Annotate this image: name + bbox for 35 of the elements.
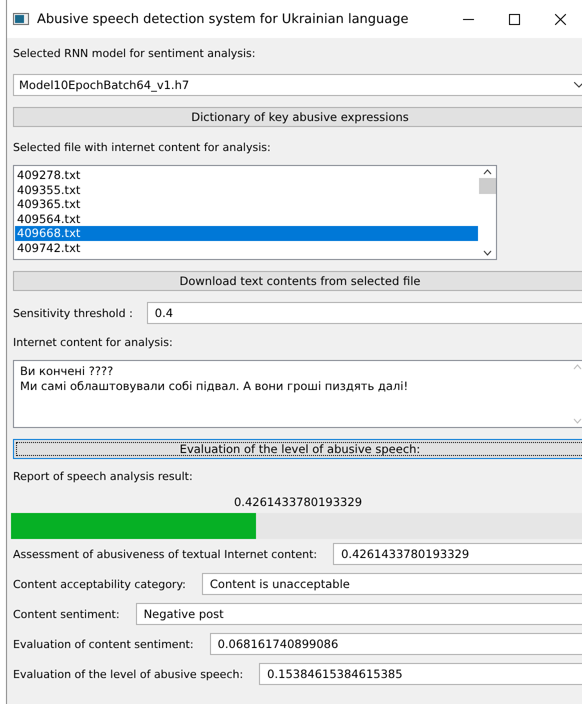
dictionary-button[interactable]: Dictionary of key abusive expressions [13, 107, 582, 127]
download-button[interactable]: Download text contents from selected file [13, 271, 582, 291]
file-list-item[interactable]: 409742.txt [15, 240, 478, 255]
chevron-down-icon [574, 82, 582, 88]
content-text-line: Ви кончені ???? [20, 364, 114, 378]
model-label: Selected RNN model for sentiment analysis: [13, 47, 256, 60]
file-list-item[interactable]: 409355.txt [15, 182, 478, 197]
content-text-line: Ми самі облаштовували собі підвал. А вони гроші пиздять далі! [20, 378, 410, 393]
report-label: Report of speech analysis result: [13, 470, 194, 483]
evaluate-button[interactable]: Evaluation of the level of abusive speech: [13, 439, 582, 459]
result-label: Content sentiment: [13, 608, 120, 620]
result-label: Evaluation of content sentiment: [13, 638, 194, 650]
result-field: Content is unacceptable [202, 573, 582, 595]
report-value: 0.4261433780193329 [234, 495, 362, 509]
result-field: 0.4261433780193329 [333, 543, 582, 565]
threshold-label: Sensitivity threshold : [13, 306, 133, 320]
file-listbox[interactable]: 409278.txt 409355.txt 409365.txt 409564.txt 409668.txt 409742.txt [13, 165, 497, 260]
file-list-item[interactable]: 409668.txt [15, 226, 478, 240]
app-icon [13, 13, 29, 25]
model-dropdown[interactable]: Model10EpochBatch64_v1.h7 [13, 74, 582, 96]
result-label: Assessment of abusiveness of textual Internet content: [13, 548, 318, 560]
file-list-item[interactable]: 409278.txt [15, 168, 478, 182]
scrollbar-thumb[interactable] [479, 178, 496, 194]
file-list-item[interactable]: 409564.txt [15, 212, 478, 226]
file-list-item[interactable]: 409365.txt [15, 197, 478, 212]
result-label: Content acceptability category: [13, 578, 186, 590]
result-label: Evaluation of the level of abusive speech: [13, 668, 244, 680]
result-field: Negative post [136, 603, 582, 625]
content-label: Internet content for analysis: [13, 336, 174, 349]
result-field: 0.068161740899086 [210, 633, 582, 655]
content-textarea[interactable]: Ви кончені ???? Ми самі облаштовували собі підвал. А вони гроші пиздять далі! [13, 360, 582, 428]
window-title: Abusive speech detection system for Ukrainian language [37, 12, 410, 26]
threshold-input[interactable]: 0.4 [146, 302, 582, 324]
file-list-label: Selected file with internet content for analysis: [13, 141, 272, 154]
result-field: 0.15384615384615385 [259, 663, 582, 685]
